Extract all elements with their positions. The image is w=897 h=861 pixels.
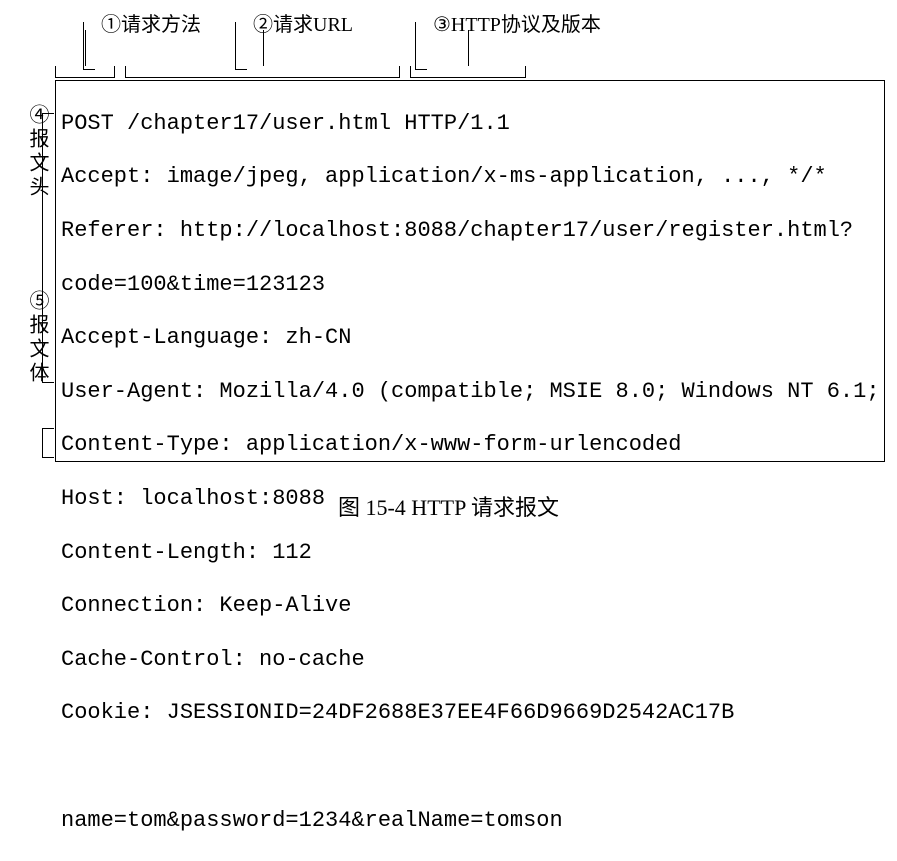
header-cookie: Cookie: JSESSIONID=24DF2688E37EE4F66D966…: [61, 700, 879, 727]
request-line: POST /chapter17/user.html HTTP/1.1: [61, 111, 879, 138]
top-annotation-row: ①请求方法 ②请求URL ③HTTP协议及版本: [55, 8, 605, 56]
bracket-icon: [415, 22, 427, 70]
header-accept-language: Accept-Language: zh-CN: [61, 325, 879, 352]
label-request-url: ②请求URL: [253, 8, 353, 37]
label-request-method: ①请求方法: [101, 8, 201, 37]
bracket-icon: [235, 22, 247, 70]
connector-line: [85, 30, 86, 66]
header-content-length: Content-Length: 112: [61, 540, 879, 567]
label-http-protocol: ③HTTP协议及版本: [433, 8, 601, 37]
header-referer: Referer: http://localhost:8088/chapter17…: [61, 218, 879, 245]
bracket-body-icon: [42, 428, 54, 458]
header-accept: Accept: image/jpeg, application/x-ms-app…: [61, 164, 879, 191]
bracket-url: [125, 66, 400, 78]
blank-line: [61, 754, 879, 781]
bracket-header-icon: [42, 113, 54, 383]
bracket-protocol: [410, 66, 526, 78]
bracket-method: [55, 66, 115, 78]
header-referer-cont: code=100&time=123123: [61, 272, 879, 299]
header-cache-control: Cache-Control: no-cache: [61, 647, 879, 674]
connector-line: [263, 30, 264, 66]
header-content-type: Content-Type: application/x-www-form-url…: [61, 432, 879, 459]
http-request-box: POST /chapter17/user.html HTTP/1.1 Accep…: [55, 80, 885, 462]
header-user-agent: User-Agent: Mozilla/4.0 (compatible; MSI…: [61, 379, 879, 406]
request-body: name=tom&password=1234&realName=tomson: [61, 808, 879, 835]
header-connection: Connection: Keep-Alive: [61, 593, 879, 620]
figure-caption: 图 15-4 HTTP 请求报文: [0, 490, 897, 522]
connector-line: [468, 30, 469, 66]
